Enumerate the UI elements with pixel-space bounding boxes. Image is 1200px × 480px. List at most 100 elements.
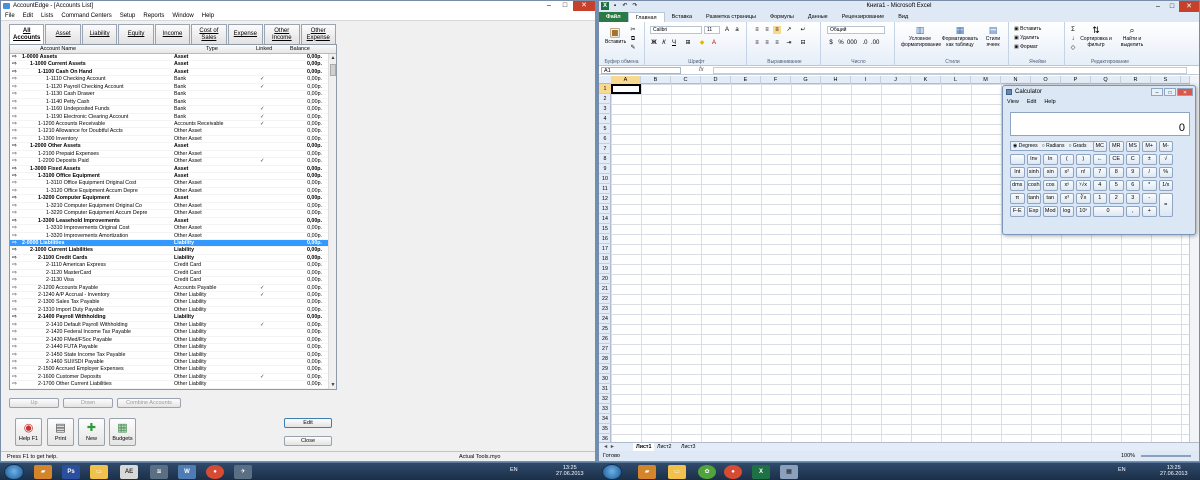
- zoom-arrow-icon[interactable]: ⇨: [12, 255, 20, 262]
- wrap-text-icon[interactable]: ↵: [799, 26, 807, 34]
- zoom-arrow-icon[interactable]: ⇨: [12, 203, 20, 210]
- zoom-arrow-icon[interactable]: ⇨: [12, 195, 20, 202]
- calc-key[interactable]: CE: [1109, 154, 1124, 165]
- calc-key[interactable]: [1010, 154, 1025, 165]
- table-row[interactable]: ⇨ 2-1130 Visa Credit Card 0,00p.: [10, 277, 328, 285]
- zoom-arrow-icon[interactable]: ⇨: [12, 69, 20, 76]
- row-header[interactable]: 12: [599, 194, 611, 204]
- column-header[interactable]: L: [941, 76, 971, 84]
- explorer-taskbar-icon[interactable]: ▰: [34, 465, 52, 479]
- find-select-button[interactable]: ⌕ Найти и выделить: [1115, 25, 1149, 48]
- row-header[interactable]: 29: [599, 364, 611, 374]
- calc-key[interactable]: sin: [1043, 167, 1058, 178]
- excel-close-button[interactable]: ✕: [1179, 1, 1199, 12]
- help-button[interactable]: ◉ Help F1: [15, 418, 42, 446]
- align-bottom-icon[interactable]: ≡: [773, 26, 781, 34]
- calc-key-memory[interactable]: M+: [1142, 141, 1157, 152]
- tab-review[interactable]: Рецензирование: [835, 12, 891, 22]
- calc-key[interactable]: =: [1158, 193, 1173, 217]
- row-header[interactable]: 28: [599, 354, 611, 364]
- table-row[interactable]: ⇨ 2-1500 Accrued Employer Expenses Other L…: [10, 366, 328, 374]
- row-header[interactable]: 34: [599, 414, 611, 424]
- degrees-radio[interactable]: ◉ Degrees: [1013, 142, 1038, 150]
- percent-icon[interactable]: %: [837, 39, 845, 47]
- zoom-arrow-icon[interactable]: ⇨: [12, 381, 20, 388]
- calc-menu-view[interactable]: View: [1007, 99, 1019, 105]
- row-header[interactable]: 16: [599, 234, 611, 244]
- cut-icon[interactable]: ✂: [629, 26, 637, 34]
- table-row[interactable]: ⇨ 2-1600 Customer Deposits Other Liability…: [10, 374, 328, 382]
- zoom-arrow-icon[interactable]: ⇨: [12, 240, 20, 247]
- row-header[interactable]: 13: [599, 204, 611, 214]
- excel-taskbar-icon[interactable]: X: [752, 465, 770, 479]
- zoom-arrow-icon[interactable]: ⇨: [12, 292, 20, 299]
- table-row[interactable]: ⇨ 2-1120 MasterCard Credit Card 0,00p.: [10, 270, 328, 278]
- format-as-table-button[interactable]: ▦ Форматировать как таблицу: [941, 25, 979, 48]
- table-row[interactable]: ⇨ 2-1400 Payroll Withholding Liability 0,00…: [10, 314, 328, 322]
- underline-icon[interactable]: Ч: [670, 39, 678, 47]
- row-header[interactable]: 1: [599, 84, 611, 94]
- table-row[interactable]: ⇨ 1-3220 Computer Equipment Accum Depre Ot…: [10, 210, 328, 218]
- calc-key[interactable]: 4: [1092, 180, 1107, 191]
- column-header[interactable]: M: [971, 76, 1001, 84]
- calc-key[interactable]: sinh: [1026, 167, 1041, 178]
- down-button[interactable]: Down: [63, 398, 113, 408]
- menu-setup[interactable]: Setup: [120, 11, 136, 20]
- chrome-taskbar-icon-2[interactable]: ●: [724, 465, 742, 479]
- calc-key[interactable]: 3: [1125, 193, 1140, 204]
- font-name-select[interactable]: Calibri: [650, 26, 702, 34]
- delete-cells-button[interactable]: ▣ Удалить: [1014, 35, 1039, 41]
- close-button[interactable]: ✕: [573, 1, 595, 11]
- calc-key[interactable]: 6: [1125, 180, 1140, 191]
- table-row[interactable]: ⇨ 1-3000 Fixed Assets Asset 0,00p.: [10, 166, 328, 173]
- row-header[interactable]: 5: [599, 124, 611, 134]
- table-row[interactable]: ⇨ 2-1100 Credit Cards Liability 0,00p.: [10, 255, 328, 263]
- col-type[interactable]: Type: [206, 45, 218, 54]
- calc-key[interactable]: (: [1059, 154, 1074, 165]
- network-taskbar-icon[interactable]: ≋: [150, 465, 168, 479]
- table-row[interactable]: ⇨ 1-1110 Checking Account Bank ✓ 0,00p.: [10, 76, 328, 84]
- table-row[interactable]: ⇨ 1-1130 Cash Drawer Bank 0,00p.: [10, 91, 328, 99]
- column-header[interactable]: D: [701, 76, 731, 84]
- table-row[interactable]: ⇨ 1-2100 Prepaid Expenses Other Asset 0,00p…: [10, 151, 328, 159]
- minimize-button[interactable]: –: [541, 1, 557, 11]
- row-header[interactable]: 10: [599, 174, 611, 184]
- orientation-icon[interactable]: ↗: [785, 26, 793, 34]
- menu-window[interactable]: Window: [172, 11, 193, 20]
- calc-key[interactable]: ʸ√x: [1076, 180, 1091, 191]
- zoom-arrow-icon[interactable]: ⇨: [12, 314, 20, 321]
- calc-key-memory[interactable]: MC: [1092, 141, 1107, 152]
- calc-menu-edit[interactable]: Edit: [1027, 99, 1036, 105]
- row-header[interactable]: 9: [599, 164, 611, 174]
- scroll-up-icon[interactable]: ▲: [329, 54, 337, 62]
- table-row[interactable]: ⇨ 1-1300 Inventory Other Asset 0,00p.: [10, 136, 328, 144]
- row-header[interactable]: 2: [599, 94, 611, 104]
- table-row[interactable]: ⇨ 1-2000 Other Assets Asset 0,00p.: [10, 143, 328, 151]
- accountedge-taskbar-icon[interactable]: AE: [120, 465, 138, 479]
- calc-maximize-button[interactable]: □: [1164, 88, 1176, 96]
- table-row[interactable]: ⇨ 2-1310 Import Duty Payable Other Liabili…: [10, 307, 328, 315]
- table-row[interactable]: ⇨ 1-1140 Petty Cash Bank 0,00p.: [10, 99, 328, 107]
- zoom-arrow-icon[interactable]: ⇨: [12, 143, 20, 150]
- calc-key[interactable]: Int: [1010, 167, 1025, 178]
- row-header[interactable]: 25: [599, 324, 611, 334]
- calc-key[interactable]: -: [1142, 193, 1157, 204]
- menu-command-centers[interactable]: Command Centers: [61, 11, 111, 20]
- calc-key[interactable]: ←: [1092, 154, 1107, 165]
- align-right-icon[interactable]: ≡: [773, 39, 781, 47]
- calc-key[interactable]: 8: [1109, 167, 1124, 178]
- row-header[interactable]: 24: [599, 314, 611, 324]
- table-row[interactable]: ⇨ 1-1190 Electronic Clearing Account Bank ✓…: [10, 114, 328, 121]
- zoom-arrow-icon[interactable]: ⇨: [12, 225, 20, 232]
- radians-radio[interactable]: ○ Radians: [1042, 142, 1065, 150]
- row-header[interactable]: 14: [599, 214, 611, 224]
- column-header[interactable]: H: [821, 76, 851, 84]
- calc-close-button[interactable]: ✕: [1177, 88, 1193, 96]
- calc-key[interactable]: xʸ: [1059, 180, 1074, 191]
- chrome-taskbar-icon[interactable]: ●: [206, 465, 224, 479]
- autosum-icon[interactable]: Σ: [1069, 26, 1077, 34]
- bold-icon[interactable]: Ж: [650, 39, 658, 47]
- row-header[interactable]: 33: [599, 404, 611, 414]
- calc-key[interactable]: √: [1158, 154, 1173, 165]
- copy-icon[interactable]: ⧉: [629, 35, 637, 43]
